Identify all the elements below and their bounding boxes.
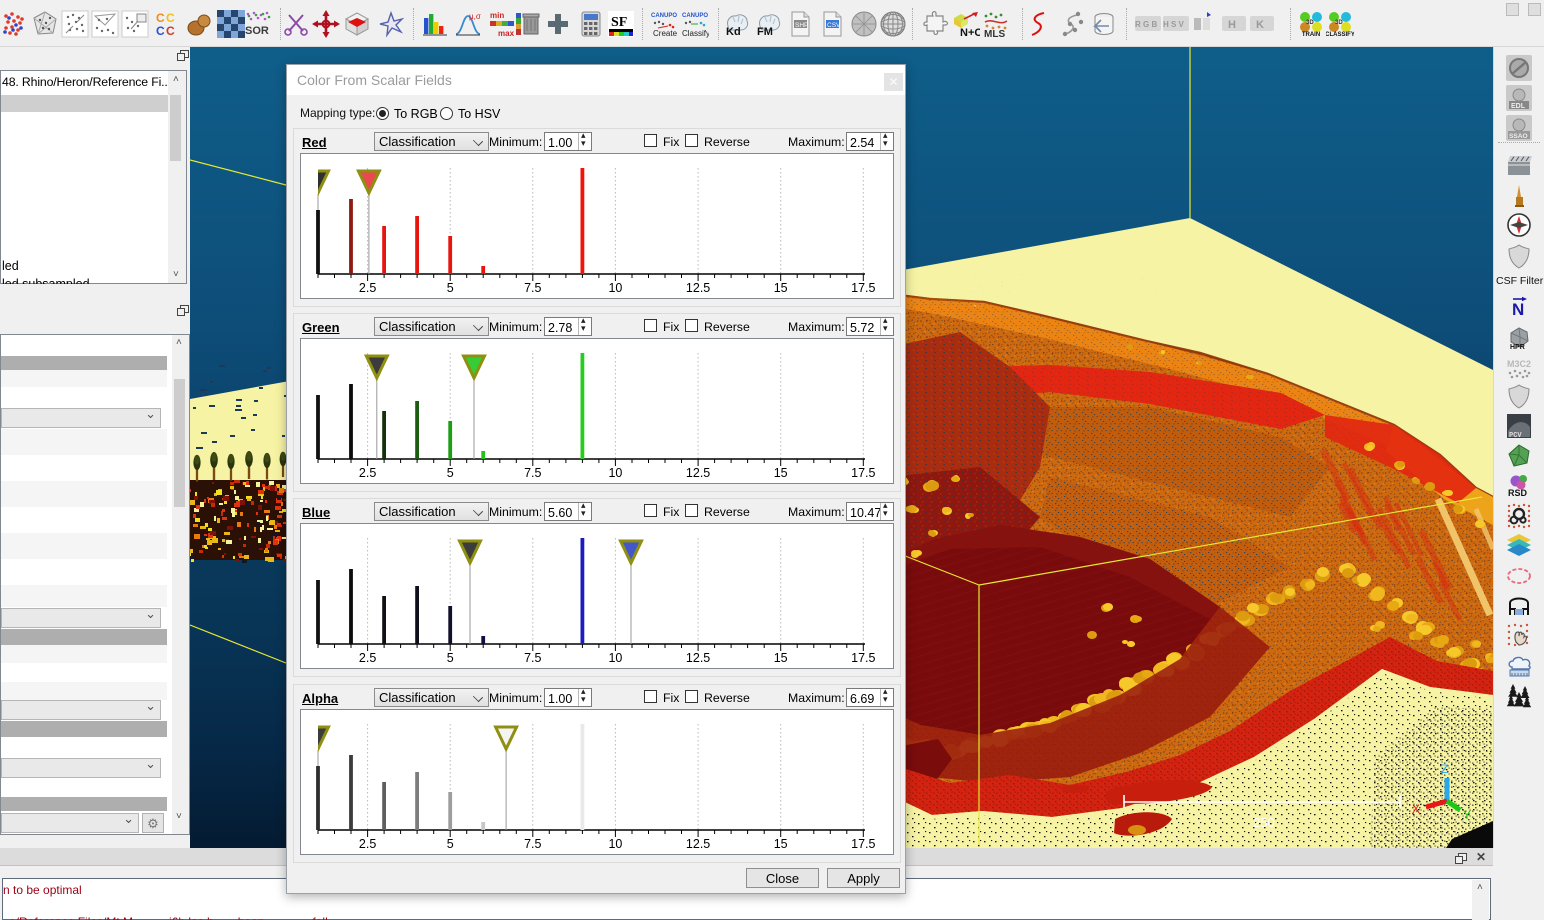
- svg-text:12.5: 12.5: [686, 281, 710, 295]
- svg-text:12.5: 12.5: [686, 466, 710, 480]
- svg-text:C: C: [156, 24, 165, 38]
- svg-text:PCV: PCV: [1509, 432, 1522, 439]
- svg-text:3D: 3D: [1306, 20, 1314, 26]
- svg-text:17.5: 17.5: [851, 281, 875, 295]
- svg-text:7.5: 7.5: [524, 837, 541, 851]
- svg-text:R G B: R G B: [1135, 20, 1157, 29]
- svg-text:17.5: 17.5: [851, 466, 875, 480]
- svg-text:15: 15: [774, 651, 788, 665]
- svg-text:2.5: 2.5: [359, 281, 376, 295]
- svg-text:2.5: 2.5: [359, 837, 376, 851]
- svg-text:X: X: [1412, 802, 1420, 816]
- svg-text:TRAIN: TRAIN: [1302, 32, 1320, 38]
- svg-text:MLS: MLS: [984, 29, 1005, 38]
- svg-text:N+C: N+C: [960, 27, 980, 38]
- svg-text:HPR: HPR: [1510, 344, 1525, 351]
- svg-text:17.5: 17.5: [851, 837, 875, 851]
- svg-text:5: 5: [447, 651, 454, 665]
- svg-text:7.5: 7.5: [524, 651, 541, 665]
- svg-text:5: 5: [447, 281, 454, 295]
- svg-text:CSV: CSV: [827, 22, 841, 29]
- svg-text:2.5: 2.5: [359, 466, 376, 480]
- svg-text:15: 15: [774, 281, 788, 295]
- svg-text:SSAO: SSAO: [1509, 133, 1528, 140]
- svg-text:Kd: Kd: [726, 26, 741, 38]
- svg-text:15: 15: [774, 466, 788, 480]
- svg-text:7.5: 7.5: [524, 281, 541, 295]
- svg-text:17.5: 17.5: [851, 651, 875, 665]
- svg-text:Z: Z: [1441, 762, 1448, 776]
- svg-text:N: N: [1512, 300, 1524, 319]
- svg-text:C: C: [166, 24, 175, 38]
- svg-text:5: 5: [447, 466, 454, 480]
- svg-text:SOR: SOR: [245, 25, 269, 37]
- svg-text:Create: Create: [653, 29, 678, 38]
- svg-text:H: H: [1228, 19, 1236, 31]
- svg-text:max: max: [498, 29, 515, 38]
- svg-text:SF: SF: [611, 15, 627, 30]
- svg-text:H S V: H S V: [1163, 20, 1185, 29]
- svg-text:250: 250: [1253, 815, 1275, 830]
- svg-text:Y: Y: [1463, 808, 1471, 822]
- svg-text:RSD: RSD: [1508, 488, 1528, 498]
- svg-text:5: 5: [447, 837, 454, 851]
- svg-text:M3C2: M3C2: [1507, 359, 1531, 369]
- svg-text:Classify: Classify: [682, 29, 709, 38]
- svg-text:C: C: [156, 11, 165, 25]
- svg-text:CLASSIFY: CLASSIFY: [1326, 32, 1354, 38]
- svg-text:EDL: EDL: [1511, 103, 1526, 110]
- svg-text:10: 10: [608, 837, 622, 851]
- svg-text:12.5: 12.5: [686, 651, 710, 665]
- svg-text:min: min: [490, 11, 504, 20]
- svg-text:C: C: [166, 11, 175, 25]
- svg-text:K: K: [1256, 19, 1264, 31]
- svg-text:2.5: 2.5: [359, 651, 376, 665]
- svg-text:10: 10: [608, 466, 622, 480]
- svg-text:FM: FM: [757, 26, 773, 38]
- svg-text:10: 10: [608, 281, 622, 295]
- svg-text:CANUPO: CANUPO: [651, 13, 677, 19]
- svg-text:3D: 3D: [1335, 20, 1343, 26]
- svg-text:10: 10: [608, 651, 622, 665]
- svg-text:15: 15: [774, 837, 788, 851]
- svg-text:CANUPO: CANUPO: [682, 13, 708, 19]
- svg-text:μ,σ: μ,σ: [469, 12, 481, 21]
- svg-text:7.5: 7.5: [524, 466, 541, 480]
- svg-text:SHP: SHP: [795, 22, 808, 29]
- svg-text:12.5: 12.5: [686, 837, 710, 851]
